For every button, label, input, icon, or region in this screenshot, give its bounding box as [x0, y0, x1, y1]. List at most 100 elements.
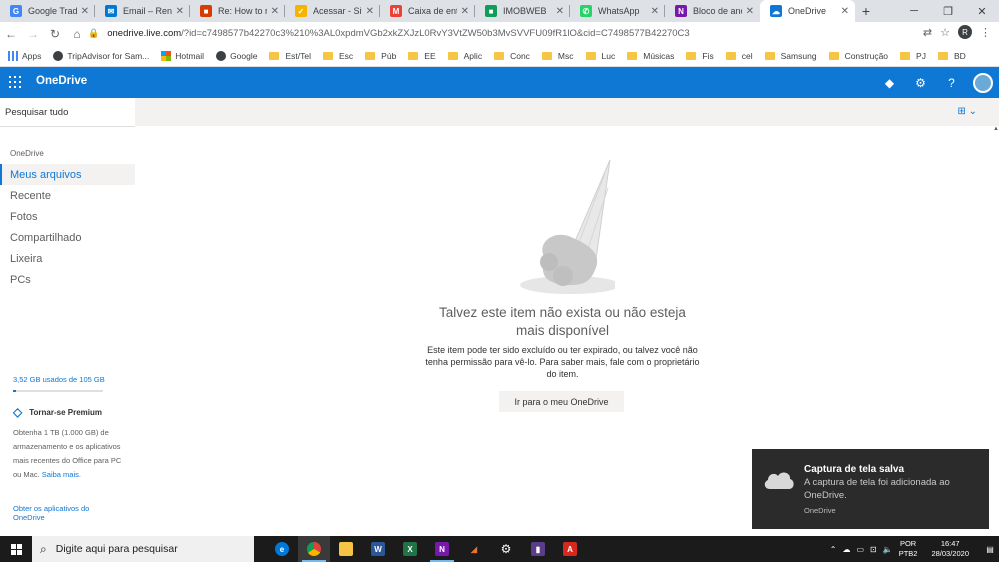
tab-close-icon[interactable]: ✕: [81, 6, 89, 17]
browser-tab[interactable]: ✉ Email – Renato ✕: [95, 0, 190, 22]
bookmark-item[interactable]: Fis: [686, 51, 714, 61]
new-tab-icon[interactable]: +: [855, 0, 877, 22]
app-title[interactable]: OneDrive: [36, 75, 87, 87]
scroll-up-icon[interactable]: ▲: [993, 126, 999, 134]
divider: [0, 126, 135, 127]
bookmark-item[interactable]: Esc: [323, 51, 353, 61]
onenote-icon[interactable]: N: [426, 536, 458, 562]
site-favicon-icon: [216, 50, 227, 61]
app-icon[interactable]: ◢: [458, 536, 490, 562]
scrollbar[interactable]: ▲: [992, 126, 999, 536]
bookmark-item[interactable]: Construção: [828, 51, 888, 61]
browser-tab[interactable]: ✓ Acessar - Site d ✕: [285, 0, 380, 22]
menu-icon[interactable]: ⋮: [980, 26, 991, 39]
settings-icon[interactable]: ⚙: [905, 76, 936, 90]
home-icon[interactable]: ⌂: [66, 27, 88, 41]
acrobat-icon[interactable]: A: [554, 536, 586, 562]
bookmark-item[interactable]: Est/Tel: [269, 51, 311, 61]
close-window-icon[interactable]: ✕: [965, 0, 999, 22]
bookmark-item[interactable]: TripAdvisor for Sam...: [53, 50, 149, 61]
browser-tab[interactable]: ✆ WhatsApp ✕: [570, 0, 665, 22]
account-avatar[interactable]: [973, 72, 993, 93]
back-icon[interactable]: ←: [0, 27, 22, 41]
address-bar[interactable]: 🔒 onedrive.live.com/?id=c7498577b42270c3…: [88, 24, 937, 43]
bookmarks-bar: Apps TripAdvisor for Sam... Hotmail Google E…: [0, 45, 999, 67]
forward-icon[interactable]: →: [22, 27, 44, 41]
learn-more-link[interactable]: Saiba mais.: [42, 470, 81, 479]
clock[interactable]: 16:47 28/03/2020: [931, 539, 969, 559]
excel-icon[interactable]: X: [394, 536, 426, 562]
sidebar-item[interactable]: Meus arquivos: [0, 164, 135, 185]
bookmark-item[interactable]: Samsung: [764, 51, 817, 61]
browser-tab[interactable]: N Bloco de anota ✕: [665, 0, 760, 22]
browser-tab[interactable]: ■ IMOBWEB ✕: [475, 0, 570, 22]
bookmark-label: BD: [953, 50, 966, 61]
get-apps-link[interactable]: Obter os aplicativos do OneDrive: [13, 504, 113, 522]
language-indicator[interactable]: POR PTB2: [899, 539, 918, 559]
browser-tab[interactable]: G Google Tradutor ✕: [0, 0, 95, 22]
network-icon[interactable]: ⊡: [870, 545, 877, 554]
bookmark-item[interactable]: Hotmail: [161, 50, 205, 61]
storage-usage[interactable]: 3,52 GB usados de 105 GB: [13, 375, 105, 384]
profile-avatar[interactable]: R: [958, 25, 972, 39]
bookmark-item[interactable]: EE: [408, 51, 436, 61]
sidebar-item[interactable]: PCs: [0, 269, 135, 290]
bookmark-item[interactable]: Aplic: [447, 51, 482, 61]
file-explorer-icon[interactable]: [330, 536, 362, 562]
media-app-icon[interactable]: ▮: [522, 536, 554, 562]
tab-close-icon[interactable]: ✕: [366, 6, 374, 17]
tab-close-icon[interactable]: ✕: [176, 6, 184, 17]
chevron-up-icon[interactable]: ⌃: [830, 545, 837, 554]
restore-icon[interactable]: ❐: [931, 0, 965, 22]
tab-close-icon[interactable]: ✕: [746, 6, 754, 17]
sidebar-item[interactable]: Compartilhado: [0, 227, 135, 248]
bookmark-item[interactable]: Músicas: [627, 51, 674, 61]
view-switch-icon[interactable]: ⊞ ⌄: [957, 106, 977, 117]
chrome-icon[interactable]: [298, 536, 330, 562]
browser-tab[interactable]: ☁ OneDrive ✕: [760, 0, 855, 22]
volume-icon[interactable]: 🔈: [883, 545, 893, 554]
tab-close-icon[interactable]: ✕: [556, 6, 564, 17]
bookmark-item[interactable]: Púb: [365, 51, 396, 61]
premium-diamond-icon[interactable]: ◆: [874, 76, 905, 90]
star-icon[interactable]: ☆: [940, 26, 950, 39]
bookmark-item[interactable]: Luc: [585, 51, 615, 61]
toast-notification[interactable]: Captura de tela salva A captura de tela …: [752, 449, 989, 529]
onedrive-tray-icon[interactable]: ☁: [842, 545, 850, 554]
bookmark-label: cel: [741, 50, 753, 61]
sidebar-item[interactable]: Lixeira: [0, 248, 135, 269]
search-input[interactable]: Pesquisar tudo: [5, 107, 68, 118]
sidebar-item[interactable]: Recente: [0, 185, 135, 206]
sidebar-item[interactable]: Fotos: [0, 206, 135, 227]
settings-gear-icon[interactable]: ⚙: [490, 536, 522, 562]
lock-icon[interactable]: 🔒: [88, 28, 99, 39]
go-to-onedrive-button[interactable]: Ir para o meu OneDrive: [499, 391, 624, 412]
browser-tab[interactable]: M Caixa de entrad ✕: [380, 0, 475, 22]
tab-close-icon[interactable]: ✕: [651, 6, 659, 17]
bookmark-item[interactable]: Apps: [8, 50, 41, 61]
bookmark-label: Hotmail: [175, 50, 205, 61]
bookmark-item[interactable]: Conc: [494, 51, 530, 61]
minimize-icon[interactable]: ─: [897, 0, 931, 22]
battery-icon[interactable]: ▭: [856, 545, 864, 554]
tab-close-icon[interactable]: ✕: [271, 6, 279, 17]
help-icon[interactable]: ?: [936, 76, 967, 90]
tab-close-icon[interactable]: ✕: [841, 6, 849, 17]
start-button[interactable]: [0, 536, 32, 562]
reload-icon[interactable]: ↻: [44, 27, 66, 41]
bookmark-item[interactable]: Google: [216, 50, 257, 61]
bookmark-item[interactable]: Msc: [541, 51, 574, 61]
bookmark-item[interactable]: cel: [725, 50, 753, 61]
app-launcher-icon[interactable]: [9, 76, 21, 88]
action-center-icon[interactable]: ▤: [981, 536, 999, 562]
bookmark-item[interactable]: PJ: [900, 51, 926, 61]
tab-close-icon[interactable]: ✕: [461, 6, 469, 17]
browser-tab[interactable]: ■ Re: How to rec ✕: [190, 0, 285, 22]
sidebar-section-label: OneDrive: [10, 149, 44, 158]
tab-favicon-icon: G: [10, 5, 22, 17]
translate-icon[interactable]: ⇄: [923, 26, 932, 39]
word-icon[interactable]: W: [362, 536, 394, 562]
bookmark-item[interactable]: BD: [937, 50, 966, 61]
edge-icon[interactable]: e: [266, 536, 298, 562]
taskbar-search[interactable]: ⌕ Digite aqui para pesquisar: [32, 536, 254, 562]
